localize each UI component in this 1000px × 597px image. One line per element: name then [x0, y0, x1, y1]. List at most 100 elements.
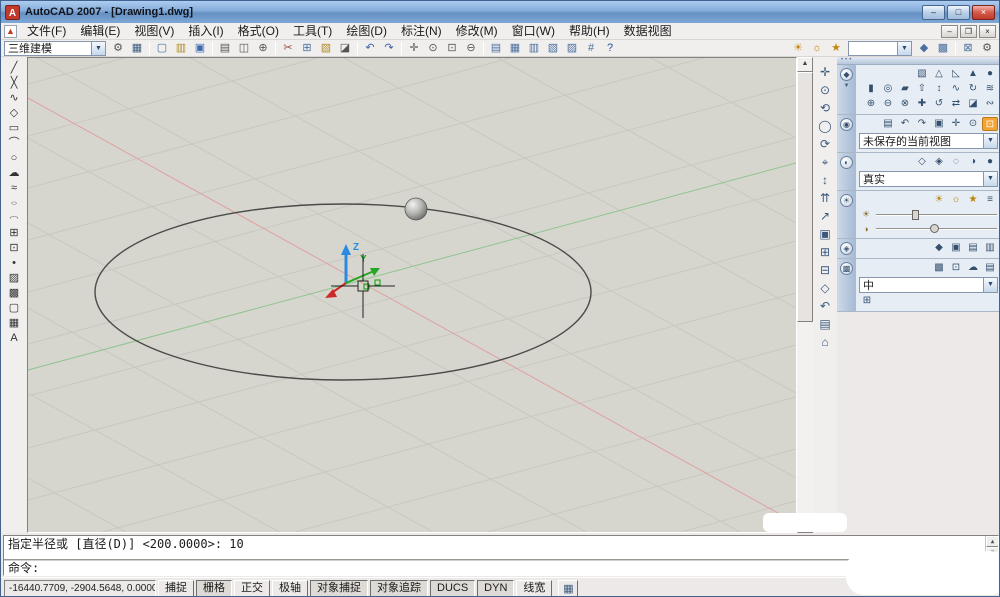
named-view-icon[interactable]: ▤	[880, 117, 896, 131]
menu-tools[interactable]: 工具(T)	[286, 23, 339, 40]
torus-icon[interactable]: ◎	[880, 82, 896, 96]
planar-mapping-icon[interactable]: ▤	[965, 241, 981, 255]
workspace-settings-icon[interactable]: ⚙	[109, 40, 127, 56]
union-icon[interactable]: ⊕	[863, 97, 879, 111]
publish-icon[interactable]: ⊕	[254, 40, 272, 56]
continuous-orbit-icon[interactable]: ⟳	[815, 135, 835, 153]
plot-icon[interactable]: ▤	[216, 40, 234, 56]
chevron-down-icon[interactable]: ▼	[844, 83, 850, 89]
ucs-display-icon[interactable]: ⌂	[815, 333, 835, 351]
open-icon[interactable]: ▥	[172, 40, 190, 56]
light-list-icon[interactable]: ≡	[982, 193, 998, 207]
view-badge-icon[interactable]: ◉	[840, 118, 853, 131]
sun-properties-icon[interactable]: ☀	[789, 40, 807, 56]
pyramid-icon[interactable]: △	[931, 67, 947, 81]
plot-preview-icon[interactable]: ◫	[235, 40, 253, 56]
cylinder-icon[interactable]: ▮	[863, 82, 879, 96]
contrast-slider[interactable]	[876, 223, 997, 233]
circle-icon[interactable]: ○	[4, 151, 24, 166]
new-point-light-icon[interactable]: ☼	[948, 193, 964, 207]
menu-window[interactable]: 窗口(W)	[505, 23, 562, 40]
iso-view-icon[interactable]: ◇	[815, 279, 835, 297]
pan-3d-icon[interactable]: ✛	[815, 63, 835, 81]
parallel-projection-icon[interactable]: ⊡	[982, 117, 998, 131]
wedge-icon[interactable]: ◺	[948, 67, 964, 81]
front-view-icon[interactable]: ⊞	[815, 243, 835, 261]
toggle-polar[interactable]: 极轴	[272, 579, 308, 596]
canvas-scrollbar[interactable]: ▲ ▼	[797, 57, 813, 533]
circle-entity[interactable]	[94, 203, 592, 381]
doc-restore-button[interactable]: ❐	[960, 24, 977, 38]
previous-view-icon[interactable]: ↶	[815, 297, 835, 315]
coordinate-readout[interactable]: -16440.7709, -2904.5648, 0.0000	[4, 579, 156, 596]
render-window-icon[interactable]: ⊠	[959, 40, 977, 56]
restore-mapping-icon[interactable]: ▥	[982, 241, 998, 255]
scroll-up-icon[interactable]: ▲	[986, 536, 998, 547]
match-properties-icon[interactable]: ◪	[336, 40, 354, 56]
3d-align-icon[interactable]: ⇄	[948, 97, 964, 111]
materials-icon[interactable]: ◆	[915, 40, 933, 56]
extrude-icon[interactable]: ⇧	[914, 82, 930, 96]
properties-icon[interactable]: ▤	[487, 40, 505, 56]
polygon-icon[interactable]: ◇	[4, 106, 24, 121]
chevron-down-icon[interactable]: ▼	[983, 172, 997, 186]
revision-cloud-icon[interactable]: ☁	[4, 166, 24, 181]
menu-insert[interactable]: 插入(I)	[181, 23, 230, 40]
point-icon[interactable]: •	[4, 256, 24, 271]
visual-style-badge-icon[interactable]: ◐	[840, 156, 853, 169]
box-icon[interactable]: ▧	[914, 67, 930, 81]
zoom-view-icon[interactable]: ⊙	[965, 117, 981, 131]
gradient-icon[interactable]: ▩	[4, 286, 24, 301]
menu-dataview[interactable]: 数据视图	[617, 23, 679, 40]
doc-close-button[interactable]: ×	[979, 24, 996, 38]
pan-icon[interactable]: ✛	[405, 40, 423, 56]
menu-file[interactable]: 文件(F)	[20, 23, 73, 40]
brightness-slider-handle[interactable]	[912, 209, 920, 220]
rectangle-icon[interactable]: ▭	[4, 121, 24, 136]
polyline-icon[interactable]: ∿	[4, 91, 24, 106]
mtext-icon[interactable]: A	[4, 331, 24, 346]
region-icon[interactable]: ▢	[4, 301, 24, 316]
menu-draw[interactable]: 绘图(D)	[339, 23, 394, 40]
slice-icon[interactable]: ◪	[965, 97, 981, 111]
model-space-button[interactable]: ▦	[558, 579, 579, 596]
render-environment-icon[interactable]: ☁	[965, 261, 981, 275]
toggle-otrack[interactable]: 对象追踪	[370, 579, 428, 596]
arc-icon[interactable]: ⌒	[4, 136, 24, 151]
doc-minimize-button[interactable]: –	[941, 24, 958, 38]
toggle-ducs[interactable]: DUCS	[430, 579, 476, 596]
pan-view-icon[interactable]: ✛	[948, 117, 964, 131]
zoom-window-icon[interactable]: ⊡	[443, 40, 461, 56]
revolve-icon[interactable]: ↻	[965, 82, 981, 96]
redo-icon[interactable]: ↷	[380, 40, 398, 56]
3d-rotate-icon[interactable]: ↺	[931, 97, 947, 111]
2d-wireframe-icon[interactable]: ◇	[914, 155, 930, 169]
zoom-3d-icon[interactable]: ⊙	[815, 81, 835, 99]
line-icon[interactable]: ╱	[4, 61, 24, 76]
designcenter-icon[interactable]: ▦	[506, 40, 524, 56]
sheet-set-manager-icon[interactable]: ▧	[544, 40, 562, 56]
orbit-icon[interactable]: ⟲	[815, 99, 835, 117]
menu-view[interactable]: 视图(V)	[127, 23, 181, 40]
point-light-icon[interactable]: ☼	[808, 40, 826, 56]
walk-icon[interactable]: ⇈	[815, 189, 835, 207]
spline-icon[interactable]: ≈	[4, 181, 24, 196]
undo-icon[interactable]: ↶	[361, 40, 379, 56]
sweep-icon[interactable]: ∿	[948, 82, 964, 96]
top-view-icon[interactable]: ⊟	[815, 261, 835, 279]
presspull-icon[interactable]: ↕	[931, 82, 947, 96]
markup-set-manager-icon[interactable]: ▨	[563, 40, 581, 56]
3d-hidden-icon[interactable]: ◌	[948, 155, 964, 169]
adjust-distance-icon[interactable]: ↕	[815, 171, 835, 189]
named-view-combo[interactable]: 未保存的当前视图 ▼	[859, 133, 998, 149]
toggle-snap[interactable]: 捕捉	[158, 579, 194, 596]
help-icon[interactable]: ?	[601, 40, 619, 56]
toggle-lwt[interactable]: 线宽	[516, 579, 553, 596]
ellipse-arc-icon[interactable]: ◠	[4, 214, 24, 222]
polysolid-icon[interactable]: ▰	[897, 82, 913, 96]
materials-badge-icon[interactable]: ◈	[840, 242, 853, 255]
quickcalc-icon[interactable]: #	[582, 40, 600, 56]
materials-window-icon[interactable]: ◆	[931, 241, 947, 255]
create-camera-icon[interactable]: ▣	[931, 117, 947, 131]
menu-dimension[interactable]: 标注(N)	[394, 23, 449, 40]
